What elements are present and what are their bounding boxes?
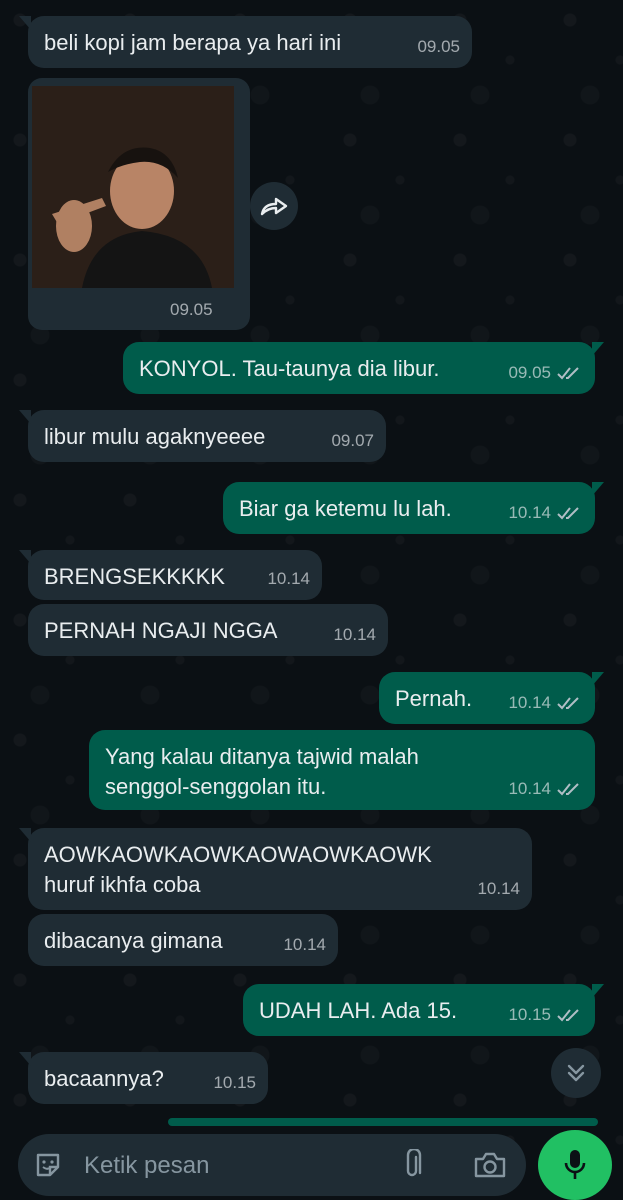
message-time: 09.05 bbox=[508, 358, 583, 388]
message-text: PERNAH NGAJI NGGA bbox=[44, 618, 278, 643]
camera-icon bbox=[474, 1152, 506, 1178]
message-time: 10.14 bbox=[283, 935, 326, 954]
message-text: BRENGSEKKKKK bbox=[44, 564, 225, 589]
attach-button[interactable] bbox=[394, 1147, 430, 1183]
message-input[interactable] bbox=[82, 1134, 386, 1198]
message-time: 10.14 bbox=[508, 498, 583, 528]
read-ticks-icon bbox=[557, 367, 579, 380]
message-time: 10.14 bbox=[508, 688, 583, 718]
message-time: 10.14 bbox=[333, 625, 376, 644]
message-text: dibacanya gimana bbox=[44, 928, 223, 953]
message-composer bbox=[18, 1134, 526, 1198]
video-thumbnail[interactable] bbox=[32, 86, 234, 288]
message-outgoing[interactable]: UDAH LAH. Ada 15. 10.15 bbox=[243, 984, 604, 1036]
message-time: 09.07 bbox=[331, 431, 374, 450]
sticker-icon bbox=[36, 1153, 60, 1177]
message-text: beli kopi jam berapa ya hari ini bbox=[44, 30, 342, 55]
double-chevron-down-icon bbox=[567, 1064, 585, 1082]
message-incoming[interactable]: PERNAH NGAJI NGGA 10.14 bbox=[28, 604, 388, 656]
message-time: 10.14 bbox=[477, 879, 520, 898]
message-outgoing[interactable]: Pernah. 10.14 bbox=[379, 672, 604, 724]
voice-record-button[interactable] bbox=[538, 1130, 612, 1200]
message-incoming[interactable]: dibacanya gimana 10.14 bbox=[28, 914, 338, 966]
message-time: 10.15 bbox=[213, 1073, 256, 1092]
message-text: bacaannya? bbox=[44, 1066, 164, 1091]
message-incoming[interactable]: bacaannya? 10.15 bbox=[19, 1052, 268, 1104]
message-outgoing[interactable]: Biar ga ketemu lu lah. 10.14 bbox=[223, 482, 604, 534]
message-text: AOWKAOWKAOWKAOWAOWKAOWK huruf ikhfa coba bbox=[44, 842, 432, 897]
read-ticks-icon bbox=[557, 783, 579, 796]
person-thumbnail-icon bbox=[32, 86, 234, 288]
message-outgoing[interactable]: KONYOL. Tau-taunya dia libur. 09.05 bbox=[123, 342, 604, 394]
message-incoming[interactable]: beli kopi jam berapa ya hari ini 09.05 bbox=[19, 16, 472, 68]
camera-button[interactable] bbox=[470, 1147, 510, 1183]
message-time: 10.15 bbox=[508, 1000, 583, 1030]
message-time: 09.05 bbox=[170, 300, 213, 319]
message-text: libur mulu agaknyeeee bbox=[44, 424, 266, 449]
read-ticks-icon bbox=[557, 507, 579, 520]
message-incoming[interactable]: libur mulu agaknyeeee 09.07 bbox=[19, 410, 386, 462]
message-text: KONYOL. Tau-taunya dia libur. bbox=[139, 356, 440, 381]
video-message[interactable]: 09.05 bbox=[28, 78, 250, 330]
message-text: Yang kalau ditanya tajwid malah senggol-… bbox=[105, 744, 419, 799]
message-time: 09.05 bbox=[417, 37, 460, 56]
mic-icon bbox=[564, 1150, 586, 1179]
forward-button[interactable] bbox=[250, 182, 298, 230]
message-text: UDAH LAH. Ada 15. bbox=[259, 998, 458, 1023]
sticker-button[interactable] bbox=[30, 1147, 66, 1183]
message-incoming[interactable]: AOWKAOWKAOWKAOWAOWKAOWK huruf ikhfa coba… bbox=[19, 828, 532, 910]
partial-outgoing-bubble bbox=[168, 1118, 598, 1126]
message-time: 10.14 bbox=[267, 569, 310, 588]
forward-icon bbox=[260, 197, 288, 216]
message-time: 10.14 bbox=[508, 774, 583, 804]
message-text: Pernah. bbox=[395, 686, 473, 711]
message-incoming[interactable]: BRENGSEKKKKK 10.14 bbox=[19, 550, 322, 600]
attach-icon bbox=[406, 1149, 422, 1177]
scroll-to-bottom-button[interactable] bbox=[551, 1048, 601, 1098]
read-ticks-icon bbox=[557, 1009, 579, 1022]
read-ticks-icon bbox=[557, 697, 579, 710]
message-text: Biar ga ketemu lu lah. bbox=[239, 496, 452, 521]
message-outgoing[interactable]: Yang kalau ditanya tajwid malah senggol-… bbox=[89, 730, 595, 810]
